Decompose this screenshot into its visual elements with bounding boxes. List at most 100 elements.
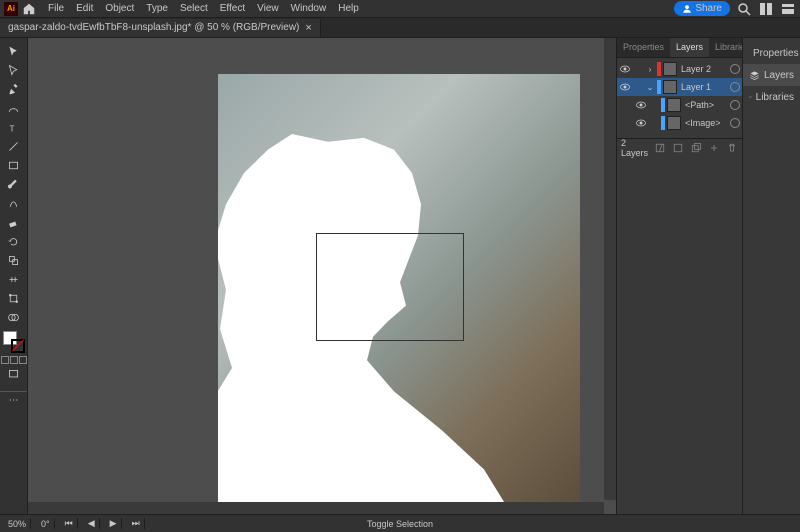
svg-text:T: T [9, 124, 14, 133]
layer-thumbnail [663, 80, 677, 94]
new-layer-icon[interactable] [708, 142, 720, 154]
tool-shape-builder[interactable] [3, 308, 25, 326]
libraries-icon [749, 90, 752, 104]
color-swatches[interactable] [3, 331, 25, 353]
layer-name[interactable]: Layer 2 [679, 64, 728, 74]
make-clipping-mask-icon[interactable] [672, 142, 684, 154]
layer-thumbnail [667, 116, 681, 130]
target-icon[interactable] [730, 64, 740, 74]
tab-close-icon[interactable]: × [305, 22, 311, 34]
tool-shaper[interactable] [3, 194, 25, 212]
layers-count-label: 2 Layers [621, 138, 648, 158]
rotate-view[interactable]: 0° [37, 519, 55, 529]
arrange-documents-icon[interactable] [758, 1, 774, 17]
artboard-nav-prev-icon[interactable]: ◀ [84, 518, 100, 529]
sublayer-row[interactable]: <Image> [617, 114, 742, 132]
delete-layer-icon[interactable] [726, 142, 738, 154]
dock-label: Properties [753, 48, 799, 59]
document-tab-title: gaspar-zaldo-tvdEwfbTbF8-unsplash.jpg* @… [8, 22, 299, 33]
document-tab[interactable]: gaspar-zaldo-tvdEwfbTbF8-unsplash.jpg* @… [0, 19, 321, 37]
artboard-nav-last-icon[interactable]: ⏭ [128, 518, 145, 529]
tool-rotate[interactable] [3, 232, 25, 250]
menu-edit[interactable]: Edit [70, 3, 99, 14]
tool-type[interactable]: T [3, 118, 25, 136]
sublayer-row[interactable]: <Path> [617, 96, 742, 114]
artboard-nav-first-icon[interactable]: ⏮ [61, 518, 78, 529]
tool-paintbrush[interactable] [3, 175, 25, 193]
tool-line[interactable] [3, 137, 25, 155]
tool-direct-selection[interactable] [3, 61, 25, 79]
tool-free-transform[interactable] [3, 289, 25, 307]
layer-name[interactable]: Layer 1 [679, 82, 728, 92]
canvas[interactable] [28, 38, 616, 514]
dock-label: Libraries [756, 92, 794, 103]
status-hint: Toggle Selection [367, 519, 433, 529]
statusbar: 50% 0° ⏮ ◀ ▶ ⏭ Toggle Selection [0, 514, 800, 532]
scrollbar-horizontal[interactable] [28, 502, 604, 514]
expand-toggle-icon[interactable]: › [645, 65, 655, 74]
visibility-toggle-icon[interactable] [619, 63, 631, 75]
document-tabbar: gaspar-zaldo-tvdEwfbTbF8-unsplash.jpg* @… [0, 18, 800, 38]
sublayer-name[interactable]: <Image> [683, 118, 728, 128]
panel-tab-properties[interactable]: Properties [617, 38, 670, 57]
new-sublayer-icon[interactable] [690, 142, 702, 154]
home-icon[interactable] [22, 2, 36, 16]
share-label: Share [695, 3, 722, 14]
menu-object[interactable]: Object [99, 3, 140, 14]
tool-width[interactable] [3, 270, 25, 288]
layers-list: › Layer 2 ⌄ Layer 1 <Path> [617, 58, 742, 134]
search-icon[interactable] [736, 1, 752, 17]
stroke-color-swatch[interactable] [11, 339, 25, 353]
menu-window[interactable]: Window [285, 3, 333, 14]
layer-thumbnail [667, 98, 681, 112]
expand-toggle-icon[interactable]: ⌄ [645, 83, 655, 92]
edit-toolbar-button[interactable]: ⋯ [0, 391, 27, 409]
tool-selection[interactable] [3, 42, 25, 60]
target-icon[interactable] [730, 118, 740, 128]
tool-eraser[interactable] [3, 213, 25, 231]
tools-panel: T ⋯ [0, 38, 28, 514]
visibility-toggle-icon[interactable] [635, 117, 647, 129]
layers-icon [749, 68, 760, 82]
visibility-toggle-icon[interactable] [635, 99, 647, 111]
layer-color-strip [657, 62, 661, 76]
locate-object-icon[interactable] [654, 142, 666, 154]
layers-panel-footer: 2 Layers [617, 138, 742, 156]
layer-row[interactable]: ⌄ Layer 1 [617, 78, 742, 96]
dock-item-properties[interactable]: Properties [743, 42, 800, 64]
workspace-switcher-icon[interactable] [780, 1, 796, 17]
tool-pen[interactable] [3, 80, 25, 98]
tool-screen-mode[interactable] [3, 365, 25, 383]
menu-select[interactable]: Select [174, 3, 214, 14]
app-logo: Ai [4, 2, 18, 16]
draw-mode-icons[interactable] [1, 356, 27, 364]
tool-rectangle[interactable] [3, 156, 25, 174]
tool-scale[interactable] [3, 251, 25, 269]
layer-color-strip [661, 98, 665, 112]
visibility-toggle-icon[interactable] [619, 81, 631, 93]
zoom-level[interactable]: 50% [4, 519, 31, 529]
target-icon[interactable] [730, 82, 740, 92]
artboard-nav-next-icon[interactable]: ▶ [106, 518, 122, 529]
dock-item-layers[interactable]: Layers [743, 64, 800, 86]
menu-view[interactable]: View [251, 3, 285, 14]
menu-file[interactable]: File [42, 3, 70, 14]
right-dock: Properties Layers Libraries [742, 38, 800, 514]
layer-row[interactable]: › Layer 2 [617, 60, 742, 78]
menubar: Ai File Edit Object Type Select Effect V… [0, 0, 800, 18]
scrollbar-vertical[interactable] [604, 38, 616, 500]
layer-thumbnail [663, 62, 677, 76]
selection-marquee [316, 233, 464, 341]
dock-item-libraries[interactable]: Libraries [743, 86, 800, 108]
menu-effect[interactable]: Effect [214, 3, 251, 14]
tool-curvature[interactable] [3, 99, 25, 117]
panel-tab-layers[interactable]: Layers [670, 38, 709, 57]
layers-panel: Properties Layers Libraries ≡ › Layer 2 … [616, 38, 742, 514]
dock-label: Layers [764, 70, 794, 81]
layer-color-strip [657, 80, 661, 94]
menu-type[interactable]: Type [140, 3, 174, 14]
sublayer-name[interactable]: <Path> [683, 100, 728, 110]
share-button[interactable]: Share [674, 1, 730, 16]
menu-help[interactable]: Help [332, 3, 365, 14]
target-icon[interactable] [730, 100, 740, 110]
